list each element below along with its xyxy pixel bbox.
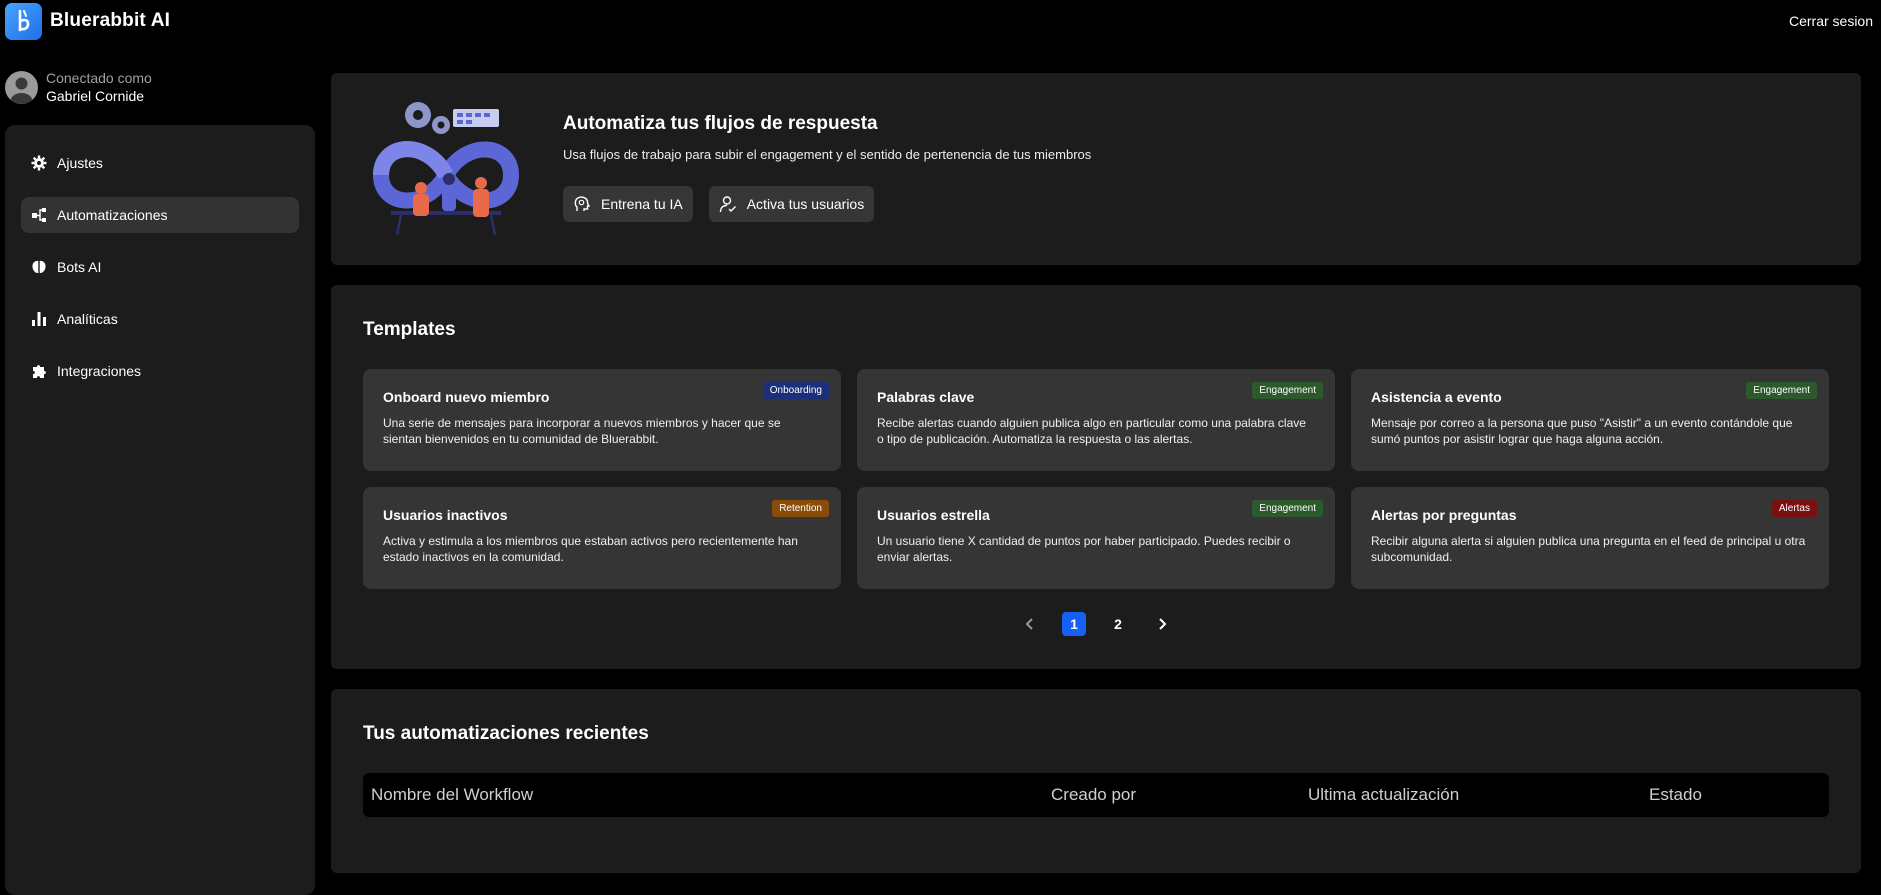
activate-users-button[interactable]: Activa tus usuarios bbox=[708, 186, 875, 222]
sidebar-item-ajustes[interactable]: Ajustes bbox=[21, 145, 299, 181]
chevron-right-icon bbox=[1159, 618, 1167, 630]
category-badge: Retention bbox=[772, 500, 829, 517]
sidebar-item-label: Ajustes bbox=[57, 155, 103, 171]
train-ai-label: Entrena tu IA bbox=[601, 196, 683, 212]
template-card[interactable]: Retention Usuarios inactivos Activa y es… bbox=[363, 487, 841, 589]
activate-users-label: Activa tus usuarios bbox=[746, 196, 865, 212]
brand-name: Bluerabbit AI bbox=[50, 10, 171, 31]
sidebar-item-label: Analíticas bbox=[57, 311, 118, 327]
template-card[interactable]: Engagement Usuarios estrella Un usuario … bbox=[857, 487, 1335, 589]
puzzle-icon bbox=[33, 365, 46, 378]
sidebar-item-bots-ai[interactable]: Bots AI bbox=[21, 249, 299, 285]
template-title: Usuarios estrella bbox=[877, 507, 990, 523]
template-description: Recibe alertas cuando alguien publica al… bbox=[877, 416, 1306, 446]
template-title: Onboard nuevo miembro bbox=[383, 389, 550, 405]
category-badge: Onboarding bbox=[762, 382, 829, 399]
brain-icon bbox=[32, 260, 46, 274]
bar-chart-icon bbox=[32, 312, 46, 326]
train-ai-button[interactable]: Entrena tu IA bbox=[563, 186, 693, 222]
template-card[interactable]: Engagement Palabras clave Recibe alertas… bbox=[857, 369, 1335, 471]
column-header-name[interactable]: Nombre del Workflow bbox=[371, 785, 533, 805]
template-title: Usuarios inactivos bbox=[383, 507, 508, 523]
template-title: Palabras clave bbox=[877, 389, 975, 405]
column-header-created-by[interactable]: Creado por bbox=[1051, 785, 1136, 805]
templates-title: Templates bbox=[363, 319, 456, 340]
category-badge: Engagement bbox=[1252, 500, 1323, 517]
automation-illustration bbox=[371, 93, 521, 243]
user-info: Conectado como Gabriel Cornide bbox=[5, 70, 152, 104]
prev-page-button[interactable] bbox=[1018, 612, 1042, 636]
sidebar-item-analiticas[interactable]: Analíticas bbox=[21, 301, 299, 337]
recent-automations-panel: Tus automatizaciones recientes Nombre de… bbox=[331, 689, 1861, 873]
brand[interactable]: Bluerabbit AI bbox=[5, 2, 171, 40]
template-description: Un usuario tiene X cantidad de puntos po… bbox=[877, 534, 1291, 564]
avatar-icon bbox=[5, 70, 38, 104]
next-page-button[interactable] bbox=[1150, 612, 1174, 636]
template-title: Asistencia a evento bbox=[1371, 389, 1502, 405]
template-description: Una serie de mensajes para incorporar a … bbox=[383, 416, 781, 446]
template-card[interactable]: Alertas Alertas por preguntas Recibir al… bbox=[1351, 487, 1829, 589]
user-name: Gabriel Cornide bbox=[46, 88, 145, 104]
template-description: Activa y estimula a los miembros que est… bbox=[383, 534, 798, 564]
page-2-button[interactable]: 2 bbox=[1106, 612, 1130, 636]
hero-subtitle: Usa flujos de trabajo para subir el enga… bbox=[563, 147, 1092, 162]
category-badge: Alertas bbox=[1771, 500, 1817, 517]
sidebar: Ajustes Automatizaciones Bots AI Analíti… bbox=[5, 125, 315, 895]
hero-title: Automatiza tus flujos de respuesta bbox=[563, 113, 878, 134]
gear-icon bbox=[31, 155, 47, 171]
top-bar: Bluerabbit AI Cerrar sesion bbox=[0, 0, 1881, 42]
logout-link[interactable]: Cerrar sesion bbox=[1789, 13, 1873, 29]
table-header: Nombre del Workflow Creado por Ultima ac… bbox=[363, 773, 1829, 817]
column-header-last-updated[interactable]: Ultima actualización bbox=[1308, 785, 1459, 805]
brand-logo-icon bbox=[5, 2, 42, 40]
hero-panel: Automatiza tus flujos de respuesta Usa f… bbox=[331, 73, 1861, 265]
page-1-button[interactable]: 1 bbox=[1062, 612, 1086, 636]
template-description: Recibir alguna alerta si alguien publica… bbox=[1371, 534, 1806, 564]
sidebar-item-label: Automatizaciones bbox=[57, 207, 168, 223]
user-check-icon bbox=[719, 196, 736, 213]
templates-grid: Onboarding Onboard nuevo miembro Una ser… bbox=[363, 369, 1829, 589]
recent-title: Tus automatizaciones recientes bbox=[363, 723, 649, 744]
sidebar-item-automatizaciones[interactable]: Automatizaciones bbox=[21, 197, 299, 233]
workflow-icon bbox=[32, 208, 46, 222]
template-card[interactable]: Engagement Asistencia a evento Mensaje p… bbox=[1351, 369, 1829, 471]
pagination: 1 2 bbox=[331, 612, 1861, 636]
template-description: Mensaje por correo a la persona que puso… bbox=[1371, 416, 1793, 446]
sidebar-item-label: Integraciones bbox=[57, 363, 142, 379]
template-card[interactable]: Onboarding Onboard nuevo miembro Una ser… bbox=[363, 369, 841, 471]
category-badge: Engagement bbox=[1252, 382, 1323, 399]
template-title: Alertas por preguntas bbox=[1371, 507, 1517, 523]
chevron-left-icon bbox=[1025, 618, 1033, 630]
category-badge: Engagement bbox=[1746, 382, 1817, 399]
connected-as-label: Conectado como bbox=[46, 70, 152, 86]
column-header-status[interactable]: Estado bbox=[1649, 785, 1702, 805]
sidebar-item-label: Bots AI bbox=[57, 259, 102, 275]
sidebar-item-integraciones[interactable]: Integraciones bbox=[21, 353, 299, 389]
ai-head-icon bbox=[574, 196, 591, 211]
templates-panel: Templates Onboarding Onboard nuevo miemb… bbox=[331, 285, 1861, 669]
